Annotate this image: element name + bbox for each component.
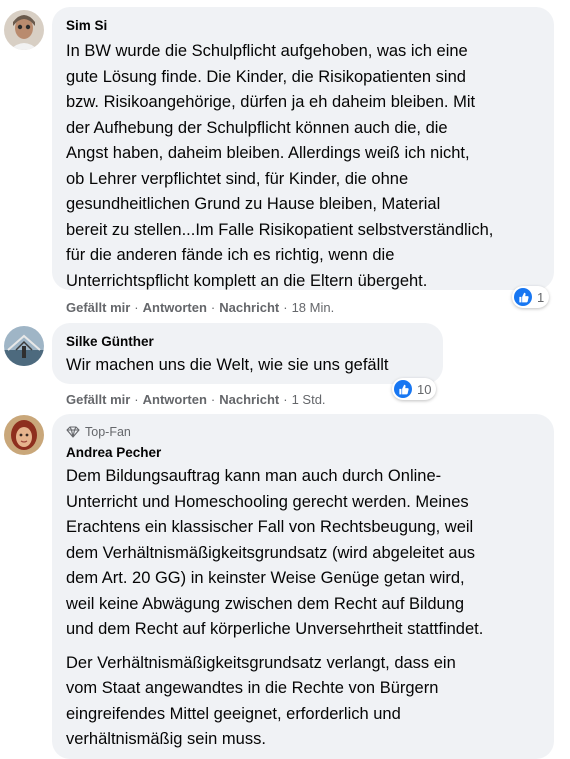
comment-bubble: Sim Si In BW wurde die Schulpflicht aufg… [52, 7, 554, 290]
like-reaction-icon [394, 380, 412, 398]
comment-author[interactable]: Andrea Pecher [66, 444, 542, 462]
comment-text: In BW wurde die Schulpflicht aufgehoben,… [66, 42, 494, 290]
comment-bubble: Top-Fan Andrea Pecher Dem Bildungsauftra… [52, 414, 554, 759]
comment-bubble: Silke Günther Wir machen uns die Welt, w… [52, 323, 443, 384]
comment-author[interactable]: Silke Günther [66, 333, 431, 351]
avatar[interactable] [4, 415, 44, 455]
reply-link[interactable]: Antworten [143, 300, 207, 315]
comment-author[interactable]: Sim Si [66, 17, 542, 35]
reply-link[interactable]: Antworten [143, 392, 207, 407]
message-link[interactable]: Nachricht [219, 392, 279, 407]
like-link[interactable]: Gefällt mir [66, 300, 130, 315]
comment-actions: Gefällt mir · Antworten · Nachricht · 18 Min. [66, 300, 335, 315]
like-link[interactable]: Gefällt mir [66, 392, 130, 407]
avatar[interactable] [4, 10, 44, 50]
timestamp[interactable]: 18 Min. [292, 300, 335, 315]
reaction-count: 10 [417, 381, 432, 397]
like-reaction-icon [514, 288, 532, 306]
comment-text: Wir machen uns die Welt, wie sie uns gef… [66, 356, 389, 374]
diamond-icon [66, 426, 80, 438]
reaction-summary[interactable]: 1 [512, 286, 550, 308]
comment-text-paragraph-2: Der Verhältnismäßigkeitsgrundsatz verlan… [66, 653, 456, 749]
timestamp[interactable]: 1 Std. [292, 392, 326, 407]
reaction-summary[interactable]: 10 [392, 378, 437, 400]
comment-text: Dem Bildungsauftrag kann man auch durch … [66, 467, 484, 638]
message-link[interactable]: Nachricht [219, 300, 279, 315]
reaction-count: 1 [537, 289, 545, 305]
comment-actions: Gefällt mir · Antworten · Nachricht · 1 Std. [66, 392, 326, 407]
badge-label: Top-Fan [85, 425, 131, 439]
avatar[interactable] [4, 326, 44, 366]
top-fan-badge: Top-Fan [66, 424, 542, 440]
